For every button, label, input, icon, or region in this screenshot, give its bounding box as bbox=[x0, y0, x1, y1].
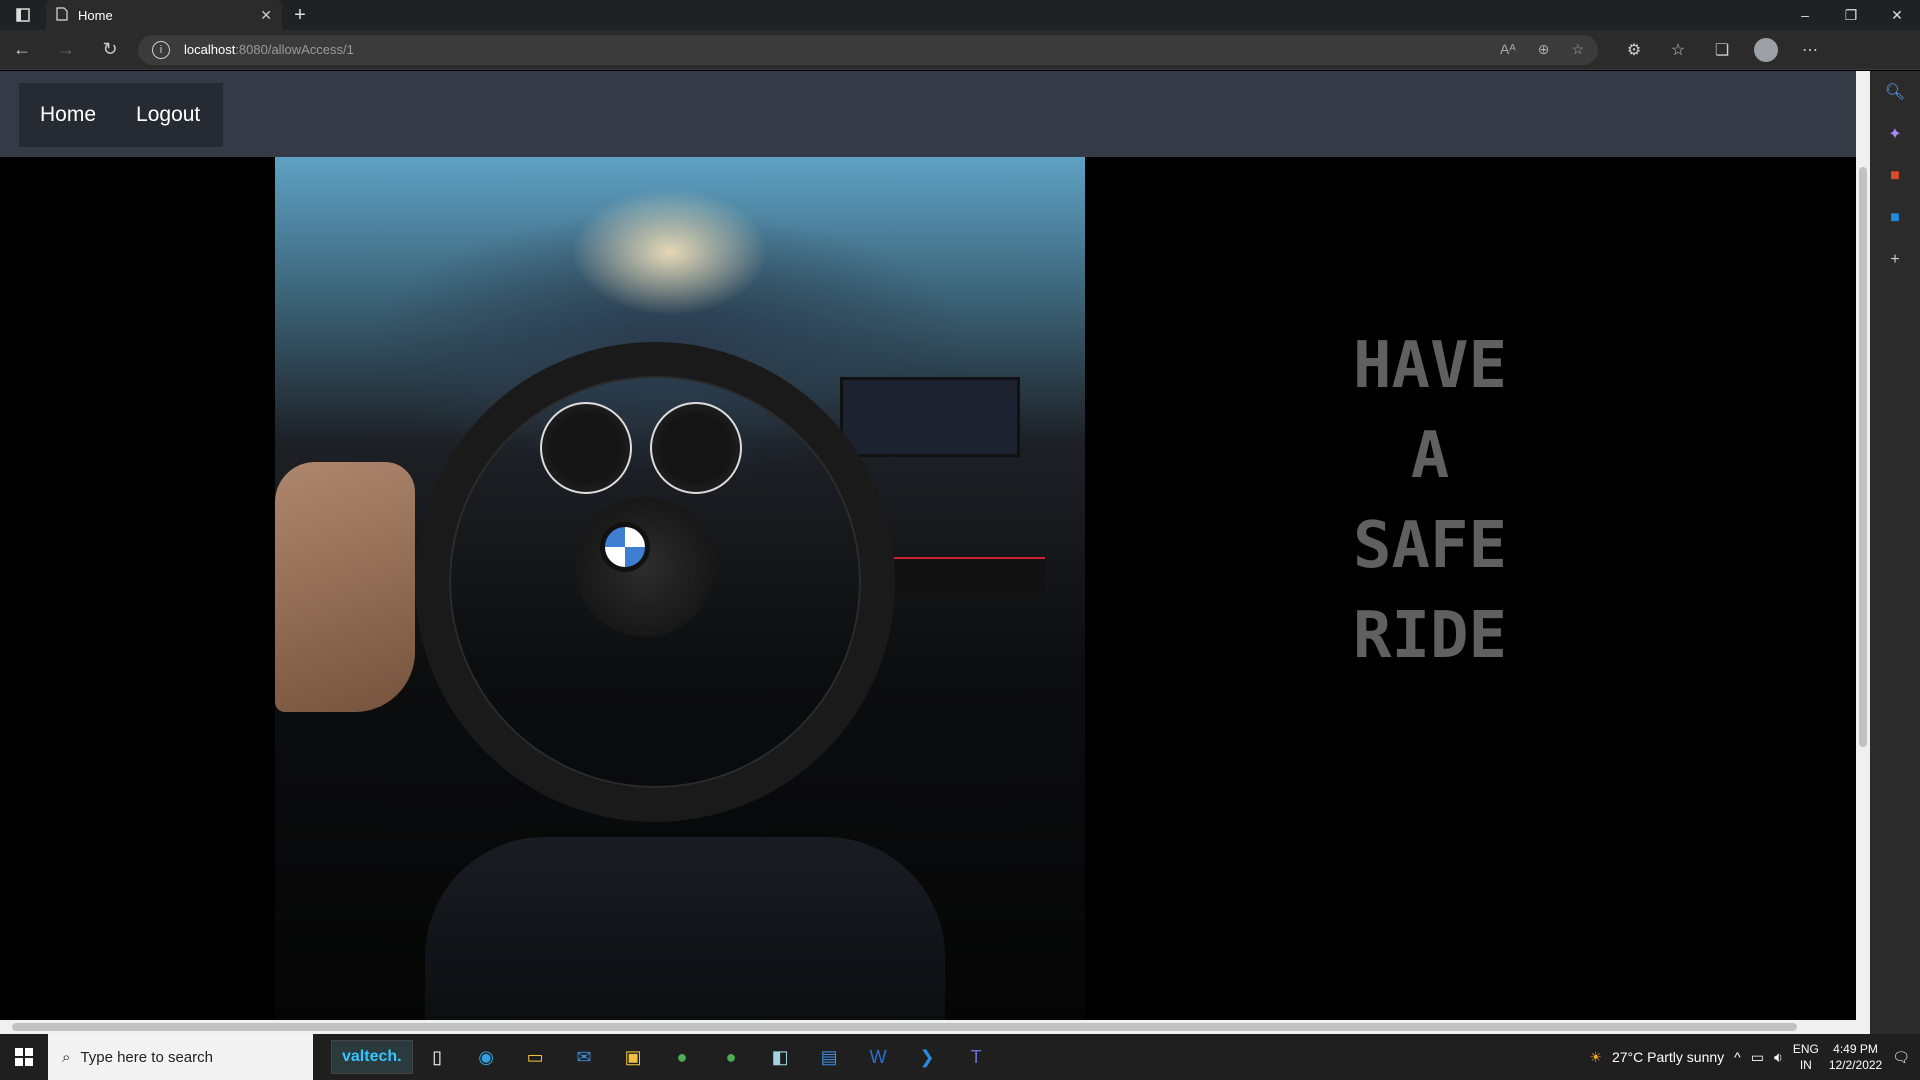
site-navbar: Home Logout bbox=[0, 71, 1856, 157]
refresh-icon[interactable]: ↻ bbox=[88, 30, 132, 70]
language-indicator[interactable]: ENG IN bbox=[1793, 1041, 1819, 1073]
favorite-add-icon[interactable]: ☆ bbox=[1571, 41, 1584, 58]
slogan-line: SAFE bbox=[1352, 509, 1508, 583]
valtech-app-button[interactable]: valtech. bbox=[331, 1040, 413, 1074]
chevron-up-icon[interactable]: ^ bbox=[1734, 1049, 1741, 1065]
search-icon[interactable]: 🔍︎ bbox=[1870, 71, 1920, 113]
collections-icon[interactable]: ❏ bbox=[1700, 30, 1744, 70]
slogan: HAVE A SAFE RIDE bbox=[1340, 321, 1520, 681]
app-green-icon[interactable]: ● bbox=[658, 1034, 707, 1080]
word-icon[interactable]: W bbox=[854, 1034, 903, 1080]
scroll-thumb[interactable] bbox=[1859, 167, 1867, 747]
browser-tabstrip: Home ✕ + – ❐ ✕ bbox=[0, 0, 1920, 30]
driver-leg bbox=[425, 837, 945, 1022]
extensions-icon[interactable]: ⚙ bbox=[1612, 30, 1656, 70]
nav-home-link[interactable]: Home bbox=[40, 103, 96, 127]
read-aloud-icon[interactable]: Aᴬ bbox=[1500, 41, 1516, 58]
photos-icon[interactable]: ▤ bbox=[805, 1034, 854, 1080]
favorites-icon[interactable]: ☆ bbox=[1656, 30, 1700, 70]
scroll-thumb[interactable] bbox=[12, 1023, 1797, 1031]
tab-title: Home bbox=[78, 7, 113, 23]
weather-icon[interactable]: ☀ bbox=[1589, 1049, 1602, 1066]
office-icon[interactable]: ■ bbox=[1870, 155, 1920, 197]
weather-text[interactable]: 27°C Partly sunny bbox=[1612, 1049, 1724, 1065]
start-button[interactable] bbox=[0, 1034, 48, 1080]
bmw-logo bbox=[600, 522, 650, 572]
vertical-scrollbar[interactable] bbox=[1856, 71, 1870, 1034]
more-menu-icon[interactable]: ⋯ bbox=[1788, 30, 1832, 70]
slogan-line: HAVE bbox=[1352, 329, 1508, 403]
address-bar[interactable]: i localhost:8080/allowAccess/1 Aᴬ ⊕ ☆ bbox=[138, 34, 1598, 65]
back-icon[interactable]: ← bbox=[0, 30, 44, 70]
clock[interactable]: 4:49 PM 12/2/2022 bbox=[1829, 1041, 1882, 1073]
teams-icon[interactable]: T bbox=[952, 1034, 1001, 1080]
lang-region: IN bbox=[1799, 1058, 1812, 1072]
slogan-line: A bbox=[1410, 419, 1450, 493]
restore-button[interactable]: ❐ bbox=[1828, 0, 1874, 30]
search-placeholder: Type here to search bbox=[80, 1048, 213, 1066]
driver-hand bbox=[275, 462, 415, 712]
forward-icon[interactable]: → bbox=[44, 30, 88, 70]
volume-icon[interactable]: 🔉︎ bbox=[1774, 1049, 1783, 1066]
nav-links: Home Logout bbox=[19, 83, 223, 147]
url-path: :8080/allowAccess/1 bbox=[235, 42, 354, 57]
slogan-line: RIDE bbox=[1352, 599, 1508, 673]
page-content: Home Logout HAVE A SAFE RIDE bbox=[0, 71, 1856, 1034]
edge-icon[interactable]: ◉ bbox=[462, 1034, 511, 1080]
url-host: localhost bbox=[184, 42, 236, 57]
profile-avatar[interactable] bbox=[1754, 37, 1778, 62]
window-controls: – ❐ ✕ bbox=[1782, 0, 1920, 30]
close-window-button[interactable]: ✕ bbox=[1874, 0, 1920, 30]
car-interior-image bbox=[275, 157, 1085, 1022]
mail-icon[interactable]: ✉ bbox=[560, 1034, 609, 1080]
minimize-button[interactable]: – bbox=[1782, 0, 1828, 30]
taskbar-search[interactable]: ⌕ Type here to search bbox=[48, 1034, 313, 1080]
steering-hub bbox=[575, 497, 715, 637]
task-view-icon[interactable]: ▯ bbox=[413, 1034, 462, 1080]
edge-sidebar: 🔍︎ ✦ ■ ■ + bbox=[1870, 71, 1920, 1034]
clock-time: 4:49 PM bbox=[1833, 1042, 1878, 1056]
network-icon[interactable]: ▭ bbox=[1751, 1049, 1764, 1066]
zoom-icon[interactable]: ⊕ bbox=[1538, 41, 1550, 58]
browser-toolbar: ← → ↻ i localhost:8080/allowAccess/1 Aᴬ … bbox=[0, 30, 1920, 70]
file-explorer-icon[interactable]: ▭ bbox=[511, 1034, 560, 1080]
page-icon bbox=[56, 6, 68, 24]
nav-logout-link[interactable]: Logout bbox=[136, 103, 200, 127]
clock-date: 12/2/2022 bbox=[1828, 1058, 1883, 1072]
windows-taskbar: ⌕ Type here to search valtech. ▯ ◉ ▭ ✉ ▣… bbox=[0, 1034, 1920, 1080]
search-icon: ⌕ bbox=[62, 1048, 71, 1066]
tab-home[interactable]: Home ✕ bbox=[46, 0, 282, 30]
close-tab-icon[interactable]: ✕ bbox=[260, 7, 272, 24]
tab-actions-icon[interactable] bbox=[0, 0, 46, 30]
outlook-icon[interactable]: ■ bbox=[1870, 197, 1920, 239]
infotainment-screen bbox=[840, 377, 1020, 457]
lang-code: ENG bbox=[1792, 1042, 1819, 1056]
discover-icon[interactable]: ✦ bbox=[1870, 113, 1920, 155]
store-icon[interactable]: ▣ bbox=[609, 1034, 658, 1080]
add-icon[interactable]: + bbox=[1870, 239, 1920, 281]
site-info-icon[interactable]: i bbox=[152, 40, 170, 59]
new-tab-button[interactable]: + bbox=[282, 0, 318, 30]
vscode-icon[interactable]: ❯ bbox=[903, 1034, 952, 1080]
app-green-icon[interactable]: ● bbox=[707, 1034, 756, 1080]
notepad-icon[interactable]: ◧ bbox=[756, 1034, 805, 1080]
notification-icon[interactable]: 🗨︎ bbox=[1892, 1049, 1910, 1066]
horizontal-scrollbar[interactable] bbox=[0, 1020, 1856, 1034]
system-tray: ☀ 27°C Partly sunny ^ ▭ 🔉︎ ENG IN 4:49 P… bbox=[1589, 1041, 1920, 1073]
